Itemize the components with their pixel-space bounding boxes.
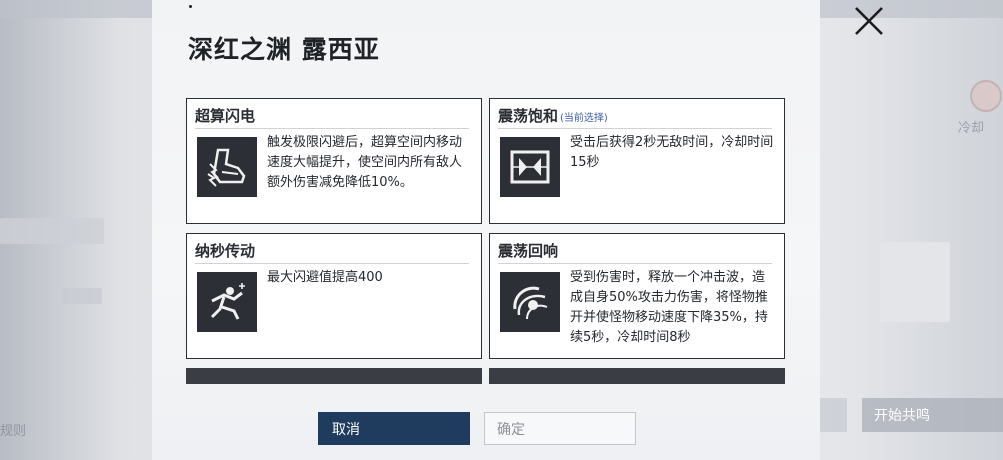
skill-card-name: 纳秒传动 xyxy=(195,242,256,260)
skill-card-description: 受击后获得2秒无敌时间，冷却时间15秒 xyxy=(570,135,774,170)
skill-card-description: 最大闪避值提高400 xyxy=(267,270,383,285)
background-avatar xyxy=(970,80,1002,112)
skill-card-title: 纳秒传动 xyxy=(195,240,255,261)
current-selection-tag: (当前选择) xyxy=(560,113,608,124)
divider xyxy=(498,263,772,264)
dialog-title: 深红之渊 露西亚 xyxy=(188,35,380,64)
skill-card-4[interactable]: 震荡回响 受到伤害时，释放一个冲击波，造成自身50%攻击力伤害，将怪物推开并使怪… xyxy=(489,233,785,359)
skill-card-partial[interactable] xyxy=(186,368,482,384)
cancel-button[interactable]: 取消 xyxy=(318,412,470,445)
close-button[interactable] xyxy=(852,4,886,38)
skill-card-description: 受到伤害时，释放一个冲击波，造成自身50%攻击力伤害，将怪物推开并使怪物移动速度… xyxy=(570,270,768,345)
skill-card-description: 触发极限闪避后，超算空间内移动速度大幅提升，使空间内所有敌人额外伤害减免降低10… xyxy=(267,135,463,190)
divider xyxy=(498,128,772,129)
background-panel xyxy=(0,218,104,244)
skill-card-title: 震荡饱和 (当前选择) xyxy=(498,105,608,126)
close-icon xyxy=(855,7,883,35)
confirm-button[interactable]: 确定 xyxy=(484,412,636,445)
decorative-dot xyxy=(189,5,192,8)
background-card xyxy=(880,242,950,322)
background-panel xyxy=(62,288,102,304)
skill-card-title: 震荡回响 xyxy=(498,240,558,261)
skill-card-3[interactable]: 纳秒传动 最大闪避值提高400 xyxy=(186,233,482,359)
skill-select-dialog: 深红之渊 露西亚 超算闪电 触发极限闪避后，超算空间内移动速度大幅提升，使空间内… xyxy=(152,0,820,460)
dash-figure-icon xyxy=(197,272,257,332)
skill-card-1[interactable]: 超算闪电 触发极限闪避后，超算空间内移动速度大幅提升，使空间内所有敌人额外伤害减… xyxy=(186,98,482,224)
skill-card-name: 震荡饱和 xyxy=(498,107,559,125)
skill-card-name: 超算闪电 xyxy=(195,107,256,125)
skill-card-title: 超算闪电 xyxy=(195,105,255,126)
shockwave-frame-icon xyxy=(500,137,560,197)
swirl-impact-icon xyxy=(500,272,560,332)
background-rules-text: 规则 xyxy=(0,424,27,439)
lightning-boot-icon xyxy=(197,137,257,197)
background-start-button: 开始共鸣 xyxy=(862,398,1003,432)
divider xyxy=(195,128,469,129)
divider xyxy=(195,263,469,264)
skill-card-name: 震荡回响 xyxy=(498,242,559,260)
skill-card-partial[interactable] xyxy=(489,368,785,384)
background-cooldown-text: 冷却 xyxy=(958,121,985,136)
skill-card-2[interactable]: 震荡饱和 (当前选择) 受击后获得2秒无敌时间，冷却时间15秒 xyxy=(489,98,785,224)
